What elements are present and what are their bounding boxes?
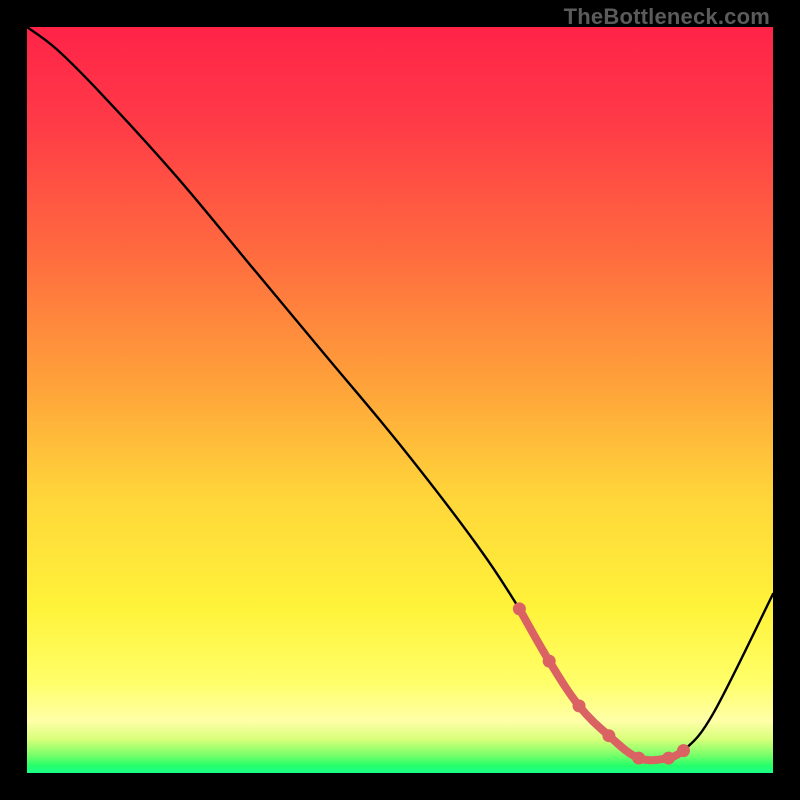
highlight-marker-dot [677,744,690,757]
highlight-marker-dot [602,729,615,742]
highlight-marker-dot [662,752,675,765]
highlight-marker-dot [513,602,526,615]
highlight-marker-dot [632,752,645,765]
highlight-marker-dot [573,699,586,712]
highlight-marker-dot [543,655,556,668]
chart-plot-layer [27,27,773,773]
bottleneck-curve [27,27,773,760]
chart-frame [27,27,773,773]
watermark-text: TheBottleneck.com [564,4,770,30]
highlight-markers [513,602,690,764]
highlight-segment [519,609,683,760]
